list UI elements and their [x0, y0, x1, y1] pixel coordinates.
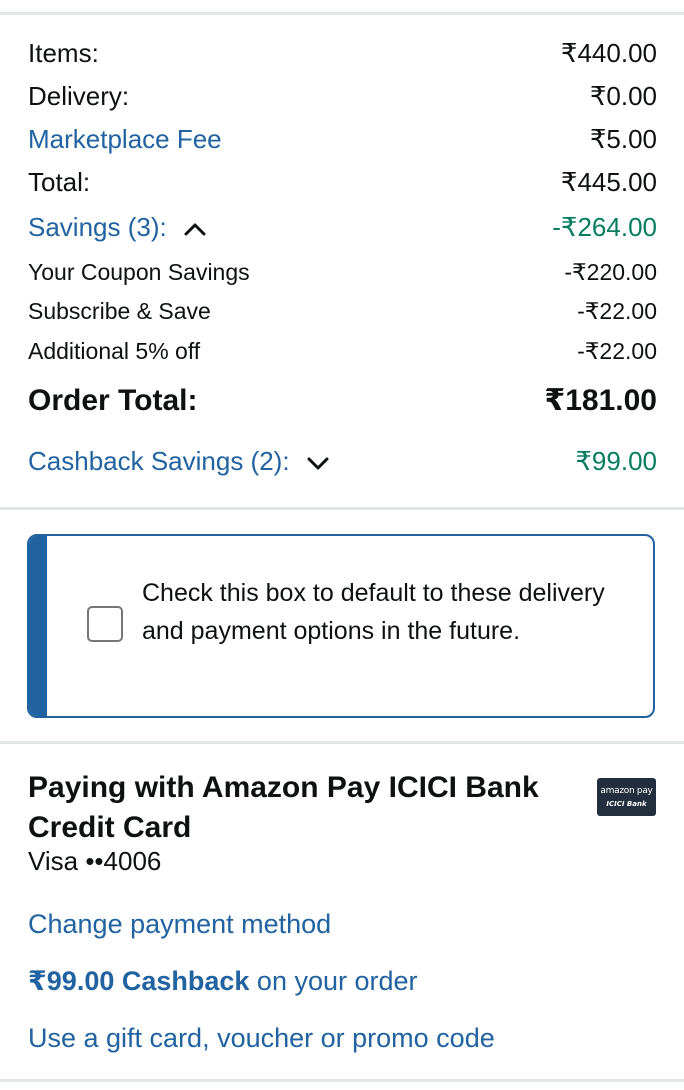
payment-divider [0, 741, 684, 744]
cashback-label: Cashback Savings (2): [28, 446, 290, 476]
order-total-value: ₹181.00 [544, 384, 657, 417]
savings-row[interactable]: Savings (3): -₹264.00 [28, 212, 657, 243]
change-payment-method-link[interactable]: Change payment method [28, 909, 331, 940]
savings-item-row: Additional 5% off -₹22.00 [28, 338, 657, 365]
savings-item-row: Subscribe & Save -₹22.00 [28, 298, 657, 325]
gift-card-link[interactable]: Use a gift card, voucher or promo code [28, 1023, 495, 1054]
default-options-box: Check this box to default to these deliv… [27, 534, 655, 718]
savings-item-value: -₹220.00 [564, 259, 657, 285]
savings-item-label: Additional 5% off [28, 338, 201, 364]
delivery-value: ₹0.00 [589, 81, 657, 111]
marketplace-fee-value: ₹5.00 [589, 124, 657, 154]
chevron-down-icon [307, 457, 329, 470]
summary-divider [0, 507, 684, 510]
items-value: ₹440.00 [560, 38, 657, 68]
delivery-row: Delivery: ₹0.00 [28, 81, 657, 112]
payment-card-number: Visa ••4006 [28, 846, 162, 876]
savings-label: Savings (3): [28, 212, 167, 242]
savings-item-value: -₹22.00 [577, 338, 657, 364]
logo-line-1: amazon pay [600, 786, 653, 796]
savings-item-label: Subscribe & Save [28, 298, 211, 324]
cashback-row[interactable]: Cashback Savings (2): ₹99.00 [28, 446, 657, 477]
marketplace-fee-row: Marketplace Fee ₹5.00 [28, 124, 657, 155]
total-value: ₹445.00 [560, 167, 657, 197]
delivery-label: Delivery: [28, 81, 130, 111]
marketplace-fee-link[interactable]: Marketplace Fee [28, 124, 222, 155]
logo-line-2: ICICI Bank [606, 800, 647, 808]
savings-item-value: -₹22.00 [577, 298, 657, 324]
accent-bar [29, 536, 47, 716]
cashback-suffix: on your order [249, 966, 418, 996]
order-total-row: Order Total: ₹181.00 [28, 383, 657, 418]
payment-title: Paying with Amazon Pay ICICI Bank Credit… [28, 771, 539, 844]
cashback-value: ₹99.00 [575, 446, 657, 476]
cashback-toggle[interactable]: Cashback Savings (2): [28, 446, 329, 477]
amazon-pay-icici-card-logo: amazon pay ICICI Bank [597, 778, 656, 816]
default-options-text: Check this box to default to these deliv… [142, 579, 605, 645]
savings-item-row: Your Coupon Savings -₹220.00 [28, 259, 657, 286]
cashback-amount: ₹99.00 Cashback [28, 966, 250, 996]
chevron-up-icon [184, 223, 206, 236]
default-options-checkbox[interactable] [87, 606, 123, 642]
items-label: Items: [28, 38, 99, 68]
savings-toggle[interactable]: Savings (3): [28, 212, 206, 243]
total-row: Total: ₹445.00 [28, 167, 657, 198]
savings-value: -₹264.00 [552, 212, 657, 242]
bottom-divider [0, 1079, 684, 1082]
items-row: Items: ₹440.00 [28, 38, 657, 69]
order-total-label: Order Total: [28, 383, 198, 417]
total-label: Total: [28, 167, 91, 197]
cashback-offer: ₹99.00 Cashback on your order [28, 966, 418, 997]
savings-item-label: Your Coupon Savings [28, 259, 250, 285]
top-divider [0, 12, 684, 15]
